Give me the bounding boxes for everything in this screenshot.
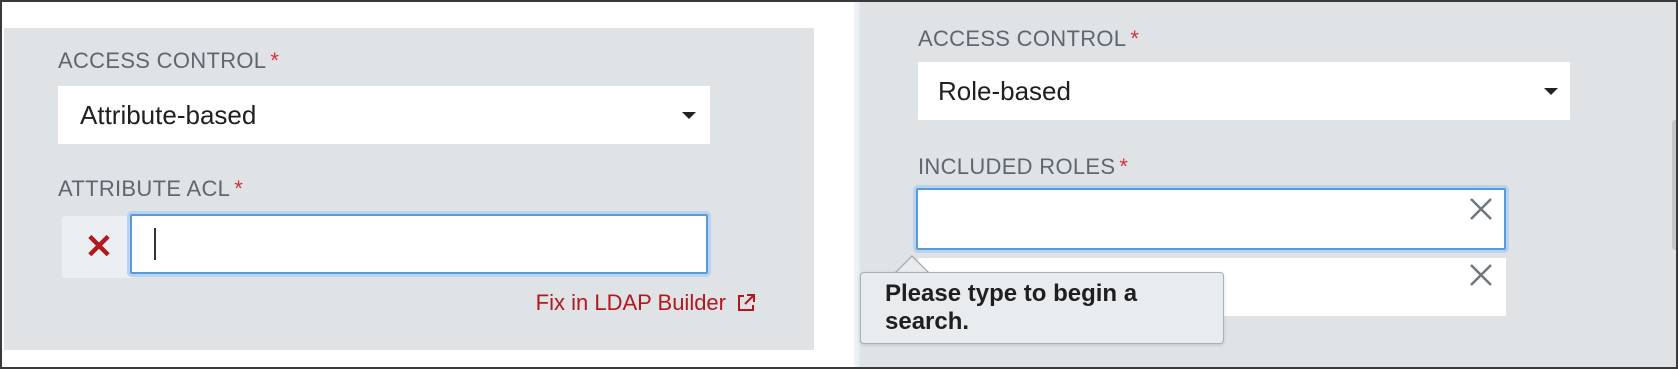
access-control-select[interactable]: Role-based — [918, 62, 1570, 120]
required-marker: * — [270, 48, 280, 73]
included-roles-input[interactable] — [916, 188, 1506, 250]
fix-in-ldap-builder-link[interactable]: Fix in LDAP Builder — [536, 290, 756, 316]
caret-down-icon — [682, 112, 696, 119]
attribute-acl-input[interactable] — [130, 214, 708, 274]
tooltip-text: Please type to begin a search. — [885, 280, 1138, 335]
close-icon — [1470, 264, 1492, 286]
search-hint-tooltip: Please type to begin a search. — [860, 272, 1224, 344]
included-roles-label: INCLUDED ROLES * — [918, 154, 1129, 179]
caret-down-icon — [1544, 88, 1558, 95]
text-cursor — [154, 228, 156, 260]
close-icon — [1470, 198, 1492, 220]
remove-attribute-button[interactable]: ✕ — [62, 216, 136, 278]
right-access-control-panel: ACCESS CONTROL * Role-based INCLUDED ROLE… — [860, 2, 1676, 367]
access-control-value: Attribute-based — [80, 99, 257, 130]
scrollbar[interactable] — [1672, 120, 1676, 250]
access-control-label: ACCESS CONTROL * — [58, 48, 280, 73]
remove-x-icon: ✕ — [84, 228, 114, 266]
left-access-control-panel: ACCESS CONTROL * Attribute-based ATTRIBUT… — [4, 28, 814, 350]
required-marker: * — [1130, 26, 1140, 51]
access-control-label: ACCESS CONTROL * — [918, 26, 1140, 51]
required-marker: * — [234, 176, 244, 201]
remove-role-button-2[interactable] — [1466, 260, 1496, 290]
required-marker: * — [1119, 154, 1129, 179]
external-link-icon — [738, 294, 755, 311]
access-control-select[interactable]: Attribute-based — [58, 86, 710, 144]
remove-role-button[interactable] — [1466, 194, 1496, 224]
fix-in-ldap-builder-label: Fix in LDAP Builder — [535, 290, 726, 315]
attribute-acl-label: ATTRIBUTE ACL * — [58, 176, 244, 201]
access-control-value: Role-based — [938, 75, 1071, 106]
screenshot-frame: ACCESS CONTROL * Attribute-based ATTRIBUT… — [0, 0, 1678, 369]
